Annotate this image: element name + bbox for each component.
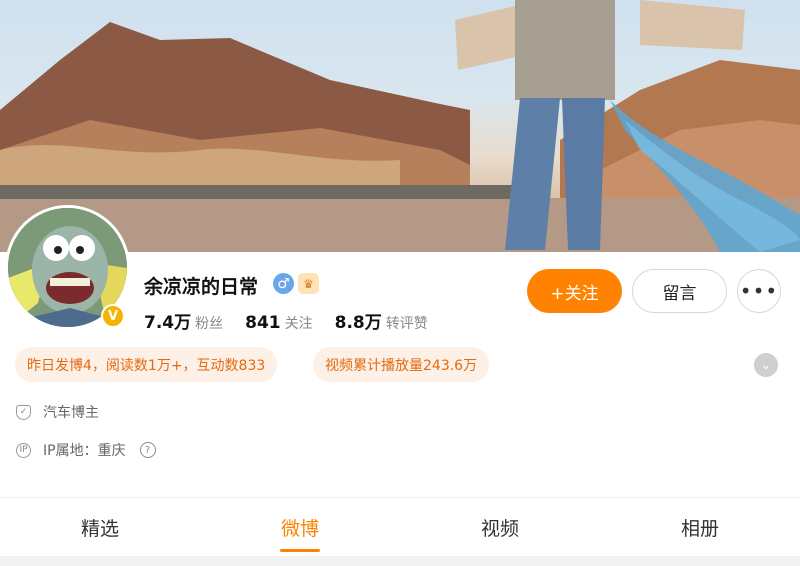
ip-location-text: IP属地：重庆: [43, 443, 126, 459]
cover-banner-image[interactable]: [0, 0, 800, 252]
cover-illustration: [0, 0, 800, 252]
tab-album[interactable]: 相册: [600, 498, 800, 556]
category-text: 汽车博主: [43, 405, 99, 421]
stat-followers[interactable]: 7.4万 粉丝: [144, 308, 223, 333]
follow-button[interactable]: +关注: [527, 269, 622, 313]
stat-value: 8.8万: [334, 313, 382, 333]
stat-label: 关注: [284, 316, 313, 332]
profile-name: 余凉凉的日常: [144, 276, 259, 298]
video-plays-pill[interactable]: 视频累计播放量243.6万: [313, 347, 490, 382]
ip-location-row: IP IP属地：重庆 ?: [16, 440, 156, 460]
stat-value: 841: [245, 313, 281, 333]
more-button[interactable]: •••: [737, 269, 781, 313]
profile-stats: 7.4万 粉丝 841 关注 8.8万 转评赞: [144, 308, 428, 333]
stat-label: 转评赞: [385, 316, 428, 332]
content-separator: [0, 556, 800, 566]
stat-value: 7.4万: [144, 313, 192, 333]
ip-icon: IP: [16, 442, 31, 458]
yesterday-activity-pill[interactable]: 昨日发博4，阅读数1万+，互动数833: [15, 347, 278, 382]
message-button[interactable]: 留言: [632, 269, 727, 313]
verified-badge-icon: V: [101, 304, 125, 328]
tab-video[interactable]: 视频: [400, 498, 600, 556]
stat-label: 粉丝: [195, 316, 224, 332]
crown-icon[interactable]: ♛: [298, 273, 319, 294]
more-icon: •••: [739, 279, 779, 303]
male-icon: ♂: [273, 273, 294, 294]
shield-icon: ✓: [16, 404, 31, 420]
category-row: ✓ 汽车博主: [16, 402, 99, 422]
stat-following[interactable]: 841 关注: [245, 313, 313, 333]
tab-weibo[interactable]: 微博: [200, 498, 400, 556]
help-icon[interactable]: ?: [139, 442, 156, 458]
tab-featured[interactable]: 精选: [0, 498, 200, 556]
chevron-down-icon[interactable]: ⌄: [754, 353, 778, 377]
profile-tabs: 精选 微博 视频 相册: [0, 498, 800, 556]
stat-reposts-comments-likes[interactable]: 8.8万 转评赞: [335, 308, 428, 333]
